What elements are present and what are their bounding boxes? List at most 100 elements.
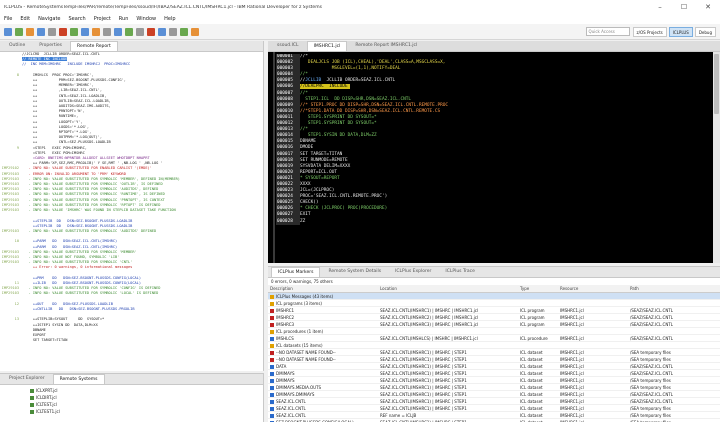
marker-row[interactable]: DMIMAYS SEAZ.ICL.CNTL(IMSHRC1) | IMSHRC |… <box>268 377 720 384</box>
remote-report-content[interactable]: //JCLCRD JCLLIB ORDER=SEAZ.ICL.CNTL// RE… <box>0 52 260 370</box>
perspective-iclplus[interactable]: ICLPLUS <box>668 26 693 37</box>
toolbar-tool-icon[interactable] <box>81 27 89 36</box>
marker-row[interactable]: --NO DATASET NAME FOUND-- SEAZ.ICL.CNTL(I… <box>268 356 720 363</box>
toolbar-tool-icon[interactable] <box>37 27 45 36</box>
editor-tabbar: ssoud.ICL IMSHRC1.jcl Remote Report IMSHRC… <box>268 41 720 52</box>
marker-path: /SEAZ/SEAZ.ICL.CNTL <box>630 314 673 320</box>
marker-row[interactable]: IMSHRC3 SEAZ.ICL.CNTL(IMSHRC3) | IMSHRC |… <box>268 321 720 328</box>
markers-tab[interactable]: ICLPlus Explorer <box>389 267 437 277</box>
marker-type: ICL dataset <box>520 412 543 418</box>
editor-token: JCLLIB ORDER=SEAZ.ICL.CNTL <box>321 78 396 84</box>
marker-row[interactable]: IMSHRC2 SEAZ.ICL.CNTL(IMSHRC2) | IMSHRC |… <box>268 314 720 321</box>
remote-file-item[interactable]: ICLTEST1.jcl <box>30 408 263 415</box>
toolbar-tool-icon[interactable] <box>180 27 188 36</box>
marker-row[interactable]: DATA SEAZ.ICL.CNTL(IMSHRC1) | IMSHRC | ST… <box>268 363 720 370</box>
editor-tab[interactable]: IMSHRC1.jcl <box>306 41 348 51</box>
marker-description-cell: DMIMAYS.MEDIA.OUTS <box>268 385 378 390</box>
marker-row[interactable]: DMIMAYS SEAZ.ICL.CNTL(IMSHRC1) | IMSHRC |… <box>268 370 720 377</box>
column-header-type[interactable]: Type <box>518 286 558 291</box>
left-top-tab[interactable]: Remote Report <box>70 41 118 51</box>
toolbar-tool-icon[interactable] <box>147 27 155 36</box>
toolbar-tool-icon[interactable] <box>4 27 12 36</box>
report-line-text: ++ PARM='XP,SEZ,RMC,PRGOLIB)' Y SE,RMT '… <box>22 161 165 166</box>
marker-description-cell: IMSHRC3 <box>268 322 378 327</box>
column-header-resource[interactable]: Resource <box>558 286 628 291</box>
remote-systems-panel: Project Explorer Remote Systems ICLXPRT.j… <box>0 373 264 422</box>
menu-item-file[interactable]: File <box>4 16 12 22</box>
report-line-text: =CARD: BNETIMS:NPRNTDB ALLDEDT ALLSEET W… <box>22 156 150 161</box>
report-line-text: ++CNTLLIB DD DSN=SEZ.BSOGNT.PLUSSDS.PRGO… <box>22 306 135 311</box>
markers-tab[interactable]: ICLPlus Markers <box>271 267 321 277</box>
jcl-editor[interactable]: 000001//* 000002 DEALJCLS JOB (ICL),CHEAL… <box>276 54 706 262</box>
marker-row[interactable]: DMIMAYS.MEDIA.OUTS SEAZ.ICL.CNTL(IMSHRC1)… <box>268 384 720 391</box>
marker-row[interactable]: DMIMAYS.DMIMAYS SEAZ.ICL.CNTL(IMSHRC1) | … <box>268 391 720 398</box>
menu-item-run[interactable]: Run <box>119 16 129 22</box>
marker-location: SEAZ.ICL.CNTL(IMSHRC1) | IMSHRC | IMSHRC… <box>380 307 479 313</box>
left-top-tab[interactable]: Properties <box>33 41 68 51</box>
editor-token: PROC='SEAZ.ICL.CNTL.REMOTE.PROC') <box>300 194 388 200</box>
menu-item-project[interactable]: Project <box>94 16 111 22</box>
toolbar-tool-icon[interactable] <box>92 27 100 36</box>
left-bottom-tab[interactable]: Project Explorer <box>3 374 51 384</box>
marker-row[interactable]: IMSHLCS SEAZ.ICL.CNTL(IMSHLCS) | IMSHRC |… <box>268 335 720 342</box>
marker-row[interactable]: IMSHRC1 SEAZ.ICL.CNTL(IMSHRC1) | IMSHRC |… <box>268 307 720 314</box>
toolbar-tool-icon[interactable] <box>103 27 111 36</box>
perspective-debug[interactable]: Debug <box>694 26 716 37</box>
markers-tab[interactable]: Remote System Details <box>322 267 387 277</box>
marker-description: SEAZ.ICL.CNTL <box>276 412 306 418</box>
marker-row[interactable]: --NO DATASET NAME FOUND-- SEAZ.ICL.CNTL(I… <box>268 349 720 356</box>
column-header-description[interactable]: Description <box>268 286 378 291</box>
toolbar-tool-icon[interactable] <box>114 27 122 36</box>
marker-path: /SEAZ/SEAZ.ICL.CNTL <box>630 363 673 369</box>
menu-item-navigate[interactable]: Navigate <box>38 16 60 22</box>
toolbar-tool-icon[interactable] <box>169 27 177 36</box>
marker-location: SEAZ.ICL.CNTL(IMSHRC1) | IMSHRC | STEP1 <box>380 391 467 397</box>
marker-description-cell: --NO DATASET NAME FOUND-- <box>268 350 378 355</box>
editor-scrollbar[interactable] <box>713 52 720 263</box>
toolbar-tool-icon[interactable] <box>191 27 199 36</box>
maximize-button[interactable]: ☐ <box>672 3 696 11</box>
left-bottom-tab[interactable]: Remote Systems <box>52 374 105 384</box>
minimize-button[interactable]: – <box>648 3 672 11</box>
remote-file-item[interactable]: ICLTEST.jcl <box>30 401 263 408</box>
marker-path: /SEAZ/SEAZ.ICL.CNTL <box>630 307 673 313</box>
marker-row[interactable]: SEAZ.ICL.CNTL SEAZ.ICL.CNTL(IMSHRC1) | IM… <box>268 405 720 412</box>
marker-row[interactable]: SEAZ.ICL.CNTL SEAZ.ICL.CNTL(IMSHRC1) | IM… <box>268 398 720 405</box>
toolbar-tool-icon[interactable] <box>26 27 34 36</box>
perspective-z-os-projects[interactable]: z/OS Projects <box>632 26 667 37</box>
menu-item-help[interactable]: Help <box>164 16 175 22</box>
left-top-tab[interactable]: Outline <box>3 41 31 51</box>
menu-item-window[interactable]: Window <box>136 16 156 22</box>
editor-scroll-thumb[interactable] <box>714 54 719 114</box>
toolbar-tool-icon[interactable] <box>136 27 144 36</box>
marker-row[interactable]: ICL programs (3 items) <box>268 300 720 307</box>
column-header-location[interactable]: Location <box>378 286 518 291</box>
toolbar-tool-icon[interactable] <box>125 27 133 36</box>
quick-access-field[interactable]: Quick Access <box>585 27 630 36</box>
marker-row[interactable]: ICL procedures (1 item) <box>268 328 720 335</box>
marker-row[interactable]: ICL datasets (15 items) <box>268 342 720 349</box>
marker-row[interactable]: ICLPlus Messages (43 items) <box>268 293 720 300</box>
menu-item-search[interactable]: Search <box>69 16 86 22</box>
report-line-text: ++OUT DD DSN=SEZ.PLUSSDS.LOADLIB <box>22 301 113 306</box>
menu-bar: File Edit Navigate Search Project Run Window He… <box>0 14 720 24</box>
remote-file-item[interactable]: ICLXPRT.jcl <box>30 387 263 394</box>
column-header-path[interactable]: Path <box>628 286 708 291</box>
close-button[interactable]: ✕ <box>696 3 720 11</box>
editor-tab[interactable]: Remote Report IMSHRC1.jcl <box>349 41 423 51</box>
toolbar-tool-icon[interactable] <box>70 27 78 36</box>
report-line-text: ++ CNTL=SEAZ.ICL.LOADLIB, <box>22 93 107 98</box>
menu-item-edit[interactable]: Edit <box>20 16 30 22</box>
marker-row[interactable]: SEAZ.ICL.CNTL REF name = ICLJB ICL dataset… <box>268 412 720 419</box>
marker-icon <box>270 343 274 348</box>
remote-file-item[interactable]: ICLDIRT.jcl <box>30 394 263 401</box>
marker-icon <box>270 378 274 383</box>
toolbar-tool-icon[interactable] <box>158 27 166 36</box>
marker-description: ICL programs (3 items) <box>276 300 322 306</box>
markers-tab[interactable]: ICLPlus Trace <box>439 267 481 277</box>
toolbar-tool-icon[interactable] <box>59 27 67 36</box>
report-line-text: ++ OUTPRM='*.LOG(OUT)', <box>22 135 103 140</box>
toolbar-tool-icon[interactable] <box>48 27 56 36</box>
toolbar-tool-icon[interactable] <box>15 27 23 36</box>
editor-tab[interactable]: ssoud.ICL <box>271 41 305 51</box>
